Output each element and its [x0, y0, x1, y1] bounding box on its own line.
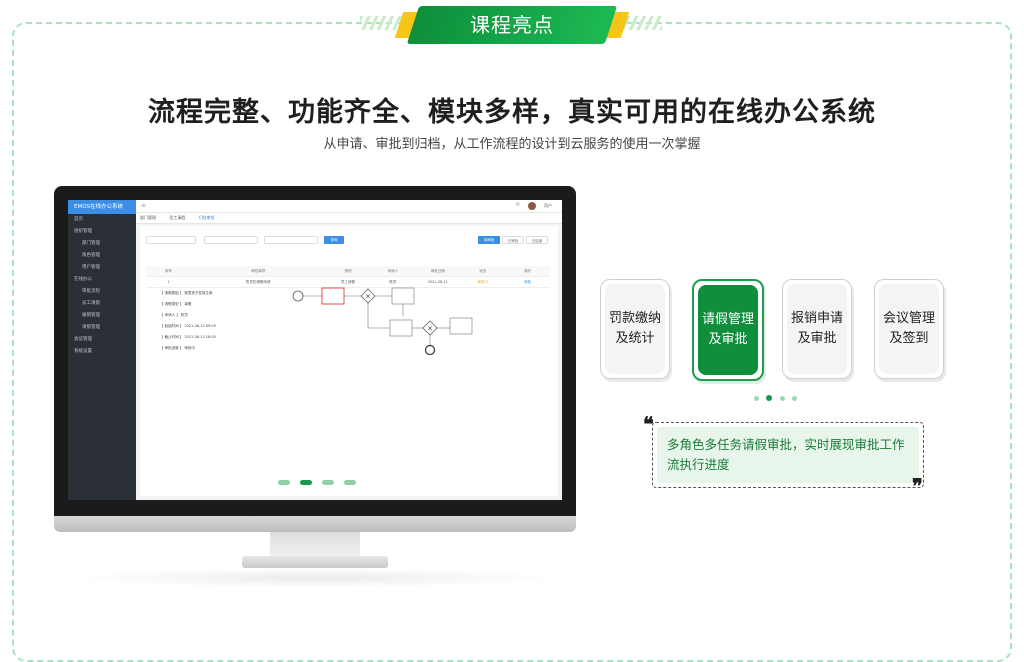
- sidebar-item[interactable]: 角色管理: [68, 250, 136, 262]
- feature-card-label: 报销申请 及审批: [787, 284, 847, 374]
- flow-end-node: [424, 344, 436, 356]
- table-header-cell: 操作: [524, 269, 532, 273]
- table-header-cell: 申请人: [387, 269, 399, 273]
- pager-dot[interactable]: [792, 396, 797, 401]
- svg-text:×: ×: [365, 293, 371, 301]
- slide-dot[interactable]: [278, 480, 290, 485]
- table-header-cell: 状态: [479, 269, 487, 273]
- detail-start: 【 起始时间 】 2021-06-12 09:00: [160, 324, 216, 328]
- detail-applicant: 【 申请人 】 陈员: [160, 313, 188, 317]
- flow-start-node: [292, 290, 304, 302]
- svg-text:×: ×: [427, 325, 433, 333]
- tab-leave[interactable]: 员工请假: [169, 215, 185, 220]
- menu-toggle-icon[interactable]: ≡: [141, 202, 146, 209]
- filter-date[interactable]: [264, 236, 318, 244]
- detail-progress: 【 审批进度 】 审批中: [160, 346, 195, 350]
- feature-card-label: 会议管理 及签到: [879, 284, 939, 374]
- table-header-cell: 审批事项: [251, 269, 266, 273]
- tab-dept[interactable]: 部门管理: [140, 215, 156, 220]
- pager-dot-active[interactable]: [766, 395, 772, 401]
- feature-card-label: 请假管理 及审批: [698, 285, 758, 375]
- table-cell: 1: [167, 280, 170, 284]
- table-header-cell: 审批日期: [430, 269, 445, 273]
- pager-dot[interactable]: [780, 396, 785, 401]
- approve-link[interactable]: 审批: [505, 277, 550, 287]
- feature-card-meeting[interactable]: 会议管理 及签到: [874, 279, 944, 379]
- section-banner: 课程亮点: [394, 6, 630, 44]
- pager-dot[interactable]: [754, 396, 759, 401]
- quote-box: 多角色多任务请假审批，实时展现审批工作流执行进度: [652, 422, 924, 488]
- quote-text: 多角色多任务请假审批，实时展现审批工作流执行进度: [667, 437, 905, 472]
- filter-input-1[interactable]: [146, 236, 196, 244]
- monitor-shadow: [70, 568, 560, 588]
- flow-node-hr: [389, 319, 413, 337]
- monitor-neck: [270, 532, 360, 558]
- monitor: EMOS在线办公系统 首页 组织管理 部门管理 角色管理 用户管理 在线办公 审批流程 员工请…: [54, 186, 576, 516]
- detail-type: 【 请假类型 】 事假: [160, 302, 192, 306]
- detail-end: 【 截止时间 】 2021-06-12 18:00: [160, 335, 216, 339]
- monitor-base: [242, 556, 388, 568]
- app-sidebar: EMOS在线办公系统 首页 组织管理 部门管理 角色管理 用户管理 在线办公 审批流程 员工请…: [68, 200, 136, 500]
- sidebar-item[interactable]: 首页: [68, 214, 136, 226]
- sidebar-item[interactable]: 报销管理: [68, 310, 136, 322]
- quote-close-icon: ❞: [912, 474, 923, 498]
- flow-gateway-1: ×: [360, 288, 376, 304]
- page-headline: 流程完整、功能齐全、模块多样，真实可用的在线办公系统: [148, 97, 876, 128]
- page-subline: 从申请、审批到归档，从工作流程的设计到云服务的使用一次掌握: [323, 137, 701, 152]
- monitor-chin: [54, 516, 576, 532]
- search-button[interactable]: 查询: [324, 236, 344, 244]
- user-name: 用户: [544, 203, 552, 208]
- bell-icon[interactable]: ✉: [516, 202, 520, 208]
- app-topbar: ≡ ✉ 用户: [136, 200, 562, 213]
- sidebar-item[interactable]: 审批流程: [68, 286, 136, 298]
- sidebar-item[interactable]: 组织管理: [68, 226, 136, 238]
- app-screen: EMOS在线办公系统 首页 组织管理 部门管理 角色管理 用户管理 在线办公 审批流程 员工请…: [68, 200, 562, 500]
- flow-node-gm: [391, 287, 415, 305]
- app-brand: EMOS在线办公系统: [68, 200, 136, 214]
- feature-card-label: 罚款缴纳 及统计: [605, 284, 665, 374]
- flow-gateway-2: ×: [422, 320, 438, 336]
- feature-card-expense[interactable]: 报销申请 及审批: [782, 279, 852, 379]
- feature-card-leave[interactable]: 请假管理 及审批: [692, 279, 764, 381]
- leave-detail: 【 请假原因 】 家里孩子发烧生病 【 请假类型 】 事假 【 申请人 】 陈员…: [160, 288, 280, 354]
- sidebar-item[interactable]: 在线办公: [68, 274, 136, 286]
- content-card: 查询 待审批 已审批 已结束 序号 审批事项 类别 申请人 审批日期 状态 操作: [140, 226, 558, 496]
- table-header-cell: 序号: [164, 269, 172, 273]
- sidebar-item[interactable]: 系统设置: [68, 346, 136, 358]
- filter-pending-button[interactable]: 待审批: [478, 236, 500, 244]
- sidebar-item[interactable]: 部门管理: [68, 238, 136, 250]
- sidebar-item[interactable]: 员工请假: [68, 298, 136, 310]
- detail-reason: 【 请假原因 】 家里孩子发烧生病: [160, 291, 213, 295]
- slide-dot[interactable]: [322, 480, 334, 485]
- app-tabs: 部门管理 员工请假 归档审批: [136, 213, 562, 224]
- flow-node-archive: [449, 317, 473, 335]
- workflow-diagram: × ×: [292, 287, 473, 356]
- slide-dot[interactable]: [344, 480, 356, 485]
- filter-select[interactable]: [204, 236, 258, 244]
- sidebar-item[interactable]: 用户管理: [68, 262, 136, 274]
- feature-card-fine[interactable]: 罚款缴纳 及统计: [600, 279, 670, 379]
- app-main: ≡ ✉ 用户 部门管理 员工请假 归档审批 查询 待审批 已审批 已结束 序号 …: [136, 200, 562, 500]
- filter-approved-button[interactable]: 已审批: [502, 236, 524, 244]
- tab-archive[interactable]: 归档审批: [199, 215, 215, 220]
- slide-dot-active[interactable]: [300, 480, 312, 485]
- avatar[interactable]: [528, 202, 536, 210]
- sidebar-item[interactable]: 请假管理: [68, 322, 136, 334]
- table-header-cell: 类别: [344, 269, 352, 273]
- flow-node-manager: [321, 287, 345, 305]
- sidebar-item[interactable]: 会议管理: [68, 334, 136, 346]
- banner-title: 课程亮点: [470, 13, 554, 37]
- table-header-row: 序号 审批事项 类别 申请人 审批日期 状态 操作: [146, 266, 550, 277]
- filter-ended-button[interactable]: 已结束: [526, 236, 548, 244]
